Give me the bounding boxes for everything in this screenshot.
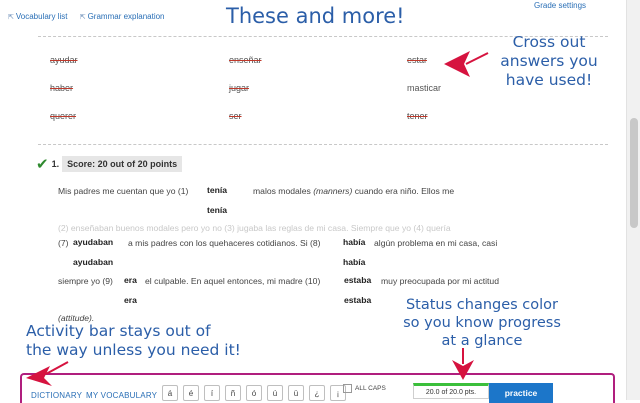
- word-bank-item[interactable]: enseñar: [229, 55, 262, 65]
- word-bank-item[interactable]: ayudar: [50, 55, 78, 65]
- word-bank-item[interactable]: masticar: [407, 83, 441, 93]
- annotation-status: Status changes color so you know progres…: [384, 296, 580, 350]
- accent-keyboard: á é í ñ ó ú ü ¿ ¡: [162, 385, 351, 401]
- vertical-scrollbar[interactable]: [626, 0, 640, 400]
- annotation-line: so you know progress: [403, 315, 561, 331]
- answer-input-value[interactable]: tenía: [207, 205, 227, 215]
- all-caps-label: ALL CAPS: [355, 385, 386, 392]
- accent-key[interactable]: ¿: [309, 385, 325, 401]
- annotation-activity-bar: Activity bar stays out of the way unless…: [26, 322, 241, 360]
- external-link-icon: ⇱: [8, 14, 14, 21]
- answer-text: ayudaban: [73, 237, 114, 247]
- scrollbar-thumb[interactable]: [630, 118, 638, 228]
- arrow-annotation: [452, 348, 474, 380]
- annotation-line: Activity bar stays out of: [26, 322, 211, 340]
- word-bank-item[interactable]: haber: [50, 83, 73, 93]
- annotation-title: These and more!: [226, 4, 405, 28]
- dictionary-button[interactable]: DICTIONARY: [31, 391, 82, 400]
- word-bank-item[interactable]: ser: [229, 111, 242, 121]
- grammar-explanation-label: Grammar explanation: [87, 12, 165, 21]
- accent-key[interactable]: ó: [246, 385, 262, 401]
- answer-input-value[interactable]: estaba: [344, 295, 371, 305]
- accent-key[interactable]: ñ: [225, 385, 241, 401]
- passage-line: algún problema en mi casa, casi: [374, 238, 498, 248]
- passage-line: el culpable. En aquel entonces, mi madre…: [145, 276, 321, 286]
- all-caps-toggle[interactable]: ALL CAPS: [343, 384, 386, 393]
- word-bank-item[interactable]: estar: [407, 55, 427, 65]
- score-badge: Score: 20 out of 20 points: [62, 156, 183, 172]
- vocabulary-list-label: Vocabulary list: [15, 12, 68, 21]
- passage-text: malos modales: [253, 186, 311, 196]
- word-bank-item[interactable]: jugar: [229, 83, 249, 93]
- checkmark-icon: ✔: [36, 155, 49, 173]
- question-number: 1.: [51, 159, 60, 169]
- passage-line: siempre yo (9): [58, 276, 113, 286]
- practice-button[interactable]: practice: [489, 383, 553, 403]
- arrow-annotation: [444, 51, 489, 77]
- activity-bar: DICTIONARY MY VOCABULARY á é í ñ ó ú ü ¿…: [20, 373, 615, 403]
- passage-text: cuando era niño. Ellos me: [354, 186, 455, 196]
- status-indicator: 20.0 of 20.0 pts.: [413, 383, 489, 399]
- answer-text: había: [343, 237, 366, 247]
- passage-text: (manners): [313, 186, 353, 196]
- annotation-line: Cross out: [512, 33, 586, 51]
- answer-input-value[interactable]: había: [343, 257, 365, 267]
- my-vocabulary-button[interactable]: MY VOCABULARY: [86, 391, 157, 400]
- status-text: 20.0 of 20.0 pts.: [425, 389, 477, 396]
- answer-input-value[interactable]: era: [124, 295, 137, 305]
- answer-text: era: [124, 275, 137, 285]
- passage-line: a mis padres con los quehaceres cotidian…: [128, 238, 321, 248]
- vocabulary-list-link[interactable]: ⇱ Vocabulary list: [8, 12, 67, 21]
- accent-key[interactable]: ü: [288, 385, 304, 401]
- answer-text: tenía: [207, 185, 228, 195]
- annotation-cross-out: Cross out answers you have used!: [474, 33, 624, 90]
- external-link-icon: ⇱: [79, 14, 86, 21]
- answer-input-value[interactable]: ayudaban: [73, 257, 113, 267]
- passage-line: Mis padres me cuentan que yo (1): [58, 186, 188, 196]
- question-header: ✔ 1. Score: 20 out of 20 points: [36, 155, 183, 173]
- top-links: ⇱ Vocabulary list ⇱ Grammar explanation: [8, 12, 175, 21]
- arrow-annotation: [26, 361, 69, 386]
- answer-text: estaba: [344, 275, 372, 285]
- accent-key[interactable]: é: [183, 385, 199, 401]
- passage-line: (7): [58, 238, 69, 248]
- accent-key[interactable]: á: [162, 385, 178, 401]
- checkbox[interactable]: [343, 384, 352, 393]
- passage-line-faded: (2) enseñaban buenos modales pero yo no …: [58, 223, 451, 233]
- grammar-explanation-link[interactable]: ⇱ Grammar explanation: [80, 12, 165, 21]
- passage-line: malos modales (manners) cuando era niño.…: [253, 186, 454, 196]
- accent-key[interactable]: í: [204, 385, 220, 401]
- annotation-line: at a glance: [441, 333, 523, 349]
- word-bank-item[interactable]: tener: [407, 111, 428, 121]
- passage-line: muy preocupada por mi actitud: [381, 276, 499, 286]
- annotation-line: have used!: [505, 71, 593, 89]
- grade-settings-link[interactable]: Grade settings: [534, 1, 586, 10]
- annotation-line: answers you: [500, 52, 598, 70]
- word-bank-item[interactable]: querer: [50, 111, 76, 121]
- passage-text: Mis padres me cuentan que yo (1): [58, 186, 189, 196]
- accent-key[interactable]: ú: [267, 385, 283, 401]
- divider: [38, 144, 608, 145]
- annotation-line: Status changes color: [405, 297, 559, 313]
